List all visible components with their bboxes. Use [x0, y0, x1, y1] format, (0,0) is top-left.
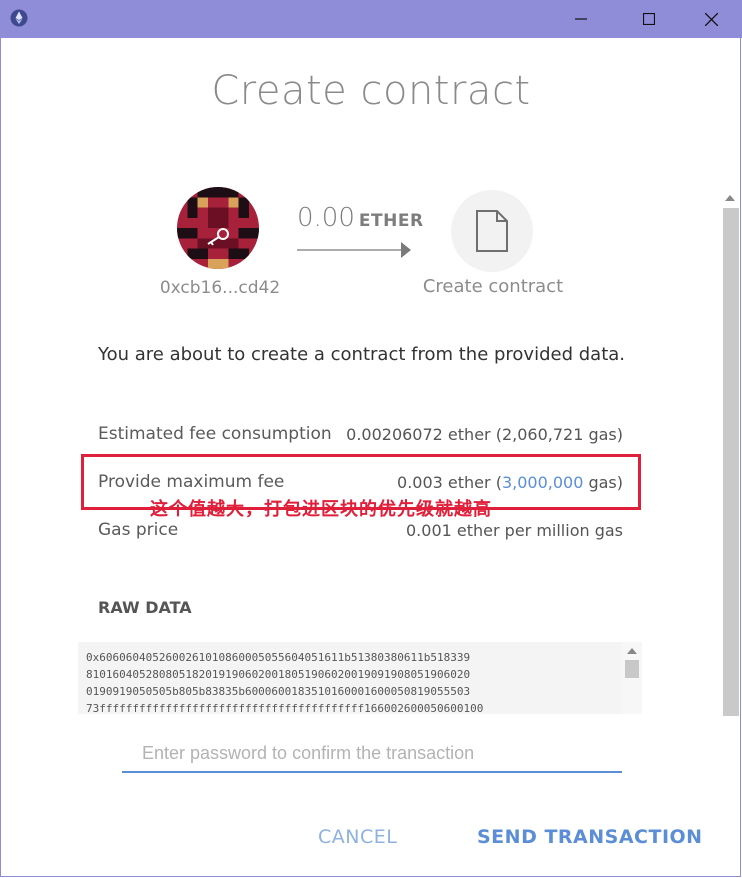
raw-data-title: RAW DATA [98, 598, 192, 617]
amount-unit: ETHER [358, 211, 424, 231]
arrow-right-icon [297, 240, 413, 264]
document-icon [475, 209, 509, 257]
maximize-icon[interactable] [626, 0, 672, 38]
main-scrollbar[interactable] [720, 190, 740, 716]
amount-value: 0.00 [297, 203, 355, 233]
raw-data-line: 73ffffffffffffffffffffffffffffffffffffff… [86, 702, 484, 714]
estimated-fee-value: 0.00206072 ether (2,060,721 gas) [346, 425, 623, 444]
gas-price-value: 0.001 ether per million gas [406, 521, 623, 540]
from-address: 0xcb16...cd42 [159, 278, 281, 298]
amount: 0.00 ETHER [297, 203, 424, 233]
target-label: Create contract [422, 276, 564, 297]
raw-data-line: 0x6060604052600261010860005055604051611b… [86, 651, 471, 664]
send-transaction-button[interactable]: SEND TRANSACTION [477, 826, 703, 848]
raw-data-text: 0x6060604052600261010860005055604051611b… [86, 649, 614, 714]
identicon-avatar [177, 187, 259, 269]
window-titlebar [0, 0, 742, 38]
estimated-fee-label: Estimated fee consumption [98, 424, 332, 444]
ethereum-icon [10, 9, 28, 27]
cancel-button[interactable]: CANCEL [318, 826, 397, 848]
raw-data-scrollbar[interactable] [622, 642, 642, 714]
password-input[interactable] [122, 735, 622, 773]
minimize-icon[interactable] [558, 0, 604, 38]
gas-price-label: Gas price [98, 520, 179, 540]
key-icon [205, 227, 231, 251]
raw-data-line: 8101604052808051820191906020018051906020… [86, 668, 471, 681]
contract-target [451, 190, 533, 272]
close-icon[interactable] [688, 0, 734, 38]
page-title: Create contract [211, 68, 531, 114]
annotation-text: 这个值越大，打包进区块的优先级就越高 [150, 499, 492, 520]
description: You are about to create a contract from … [98, 344, 626, 365]
raw-data-box[interactable]: 0x6060604052600261010860005055604051611b… [78, 642, 622, 714]
raw-data-line: 0190919050505b805b83835b6000600183510160… [86, 685, 471, 698]
